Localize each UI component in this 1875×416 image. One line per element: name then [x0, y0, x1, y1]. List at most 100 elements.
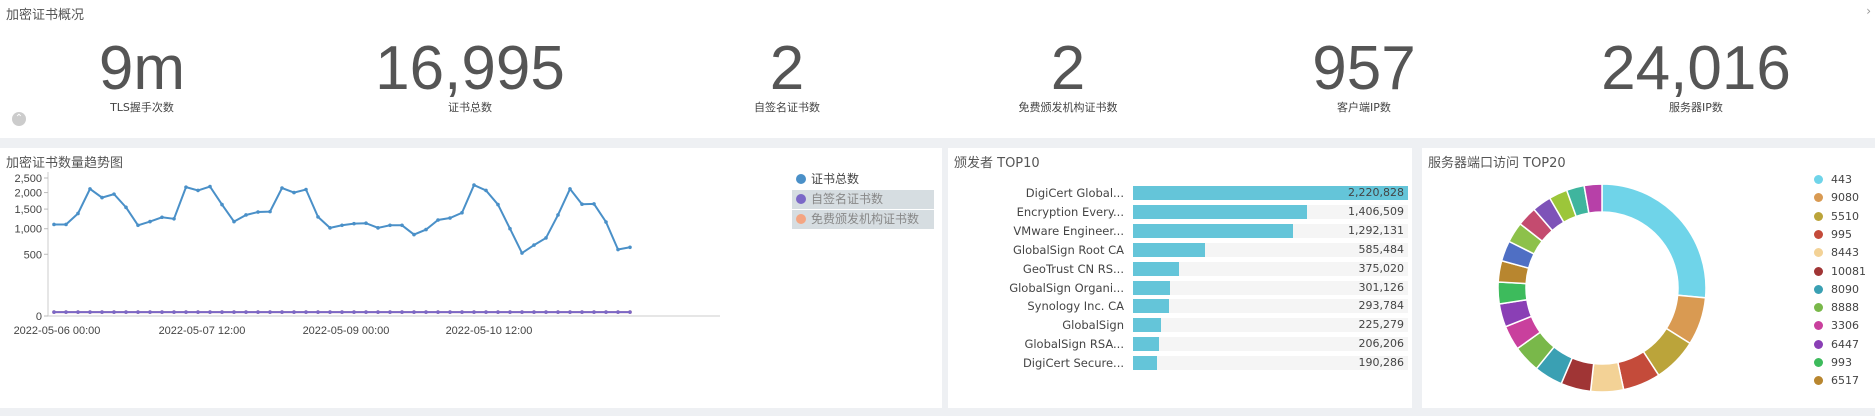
data-point[interactable] [388, 310, 392, 314]
issuer-row[interactable]: GlobalSign 225,279 [954, 316, 1414, 334]
data-point[interactable] [604, 310, 608, 314]
data-point[interactable] [304, 310, 308, 314]
data-point[interactable] [400, 310, 404, 314]
data-point[interactable] [328, 226, 332, 230]
issuer-bar[interactable] [1133, 261, 1180, 276]
data-point[interactable] [616, 310, 620, 314]
data-point[interactable] [544, 236, 548, 240]
issuer-bar[interactable] [1133, 204, 1308, 219]
issuer-bar[interactable] [1133, 280, 1171, 295]
data-point[interactable] [412, 310, 416, 314]
data-point[interactable] [148, 219, 152, 224]
data-point[interactable] [424, 310, 428, 314]
legend-item-self-signed[interactable]: 自签名证书数 [792, 190, 934, 209]
issuer-row[interactable]: GlobalSign Organi... 301,126 [954, 279, 1414, 297]
data-point[interactable] [532, 310, 536, 314]
data-point[interactable] [184, 310, 188, 314]
donut-slice[interactable] [1601, 183, 1707, 299]
data-point[interactable] [340, 223, 344, 228]
data-point[interactable] [352, 310, 356, 314]
data-point[interactable] [124, 310, 128, 314]
data-point[interactable] [76, 211, 80, 216]
port-legend-item[interactable]: 9080 [1814, 190, 1859, 206]
data-point[interactable] [592, 310, 596, 314]
issuer-row[interactable]: DigiCert Global... 2,220,828 [954, 184, 1414, 202]
data-point[interactable] [412, 232, 416, 237]
data-point[interactable] [448, 216, 452, 220]
issuer-row[interactable]: Encryption Every... 1,406,509 [954, 203, 1414, 221]
data-point[interactable] [628, 310, 632, 314]
data-point[interactable] [196, 188, 200, 193]
data-point[interactable] [340, 310, 344, 314]
issuer-bar[interactable] [1133, 223, 1293, 238]
data-point[interactable] [364, 221, 368, 226]
issuer-bar[interactable] [1133, 337, 1159, 352]
port-legend-item[interactable]: 993 [1814, 355, 1852, 371]
data-point[interactable] [616, 247, 620, 252]
legend-item-cert-total[interactable]: 证书总数 [792, 170, 934, 189]
data-point[interactable] [580, 310, 584, 314]
data-point[interactable] [472, 183, 476, 187]
port-legend-item[interactable]: 5510 [1814, 209, 1859, 225]
data-point[interactable] [580, 202, 584, 207]
issuer-bar[interactable] [1133, 242, 1206, 257]
port-legend-item[interactable]: 443 [1814, 172, 1852, 188]
data-point[interactable] [256, 310, 260, 314]
data-point[interactable] [268, 310, 272, 314]
data-point[interactable] [520, 310, 524, 314]
data-point[interactable] [388, 223, 392, 228]
port-legend-item[interactable]: 8888 [1814, 300, 1859, 316]
data-point[interactable] [448, 310, 452, 314]
data-point[interactable] [400, 223, 404, 228]
data-point[interactable] [244, 310, 248, 314]
data-point[interactable] [220, 202, 224, 207]
data-point[interactable] [112, 192, 116, 196]
data-point[interactable] [592, 202, 596, 206]
data-point[interactable] [328, 310, 332, 314]
donut-slice[interactable] [1589, 361, 1625, 393]
port-legend-item[interactable]: 8443 [1814, 245, 1859, 261]
data-point[interactable] [460, 310, 464, 314]
data-point[interactable] [460, 210, 464, 215]
data-point[interactable] [100, 195, 104, 200]
data-point[interactable] [484, 310, 488, 314]
donut-slice[interactable] [1497, 281, 1528, 305]
data-point[interactable] [64, 310, 68, 314]
issuer-row[interactable]: Synology Inc. CA 293,784 [954, 297, 1414, 315]
data-point[interactable] [472, 310, 476, 314]
data-point[interactable] [496, 310, 500, 314]
data-point[interactable] [160, 310, 164, 314]
data-point[interactable] [76, 310, 80, 314]
data-point[interactable] [364, 310, 368, 314]
data-point[interactable] [88, 187, 92, 191]
port-legend-item[interactable]: 995 [1814, 227, 1852, 243]
issuer-bar[interactable] [1133, 299, 1170, 314]
data-point[interactable] [136, 223, 140, 228]
data-point[interactable] [628, 245, 632, 250]
port-legend-item[interactable]: 6447 [1814, 337, 1859, 353]
data-point[interactable] [508, 310, 512, 314]
data-point[interactable] [604, 220, 608, 224]
issuer-row[interactable]: GlobalSign Root CA 585,484 [954, 241, 1414, 259]
data-point[interactable] [196, 310, 200, 314]
data-point[interactable] [280, 310, 284, 314]
data-point[interactable] [100, 310, 104, 314]
issuer-row[interactable]: VMware Engineer... 1,292,131 [954, 222, 1414, 240]
data-point[interactable] [64, 222, 68, 227]
data-point[interactable] [256, 210, 260, 214]
data-point[interactable] [376, 310, 380, 314]
port-legend-item[interactable]: 10081 [1814, 264, 1866, 280]
issuer-row[interactable]: GlobalSign RSA... 206,206 [954, 335, 1414, 353]
data-point[interactable] [532, 243, 536, 247]
data-point[interactable] [436, 218, 440, 222]
data-point[interactable] [160, 215, 164, 220]
data-point[interactable] [280, 186, 284, 190]
collapse-chevron-icon[interactable]: › [1866, 4, 1871, 18]
data-point[interactable] [508, 226, 512, 231]
data-point[interactable] [88, 310, 92, 314]
data-point[interactable] [544, 310, 548, 314]
data-point[interactable] [220, 310, 224, 314]
port-legend-item[interactable]: 8090 [1814, 282, 1859, 298]
data-point[interactable] [232, 219, 236, 224]
data-point[interactable] [556, 310, 560, 314]
